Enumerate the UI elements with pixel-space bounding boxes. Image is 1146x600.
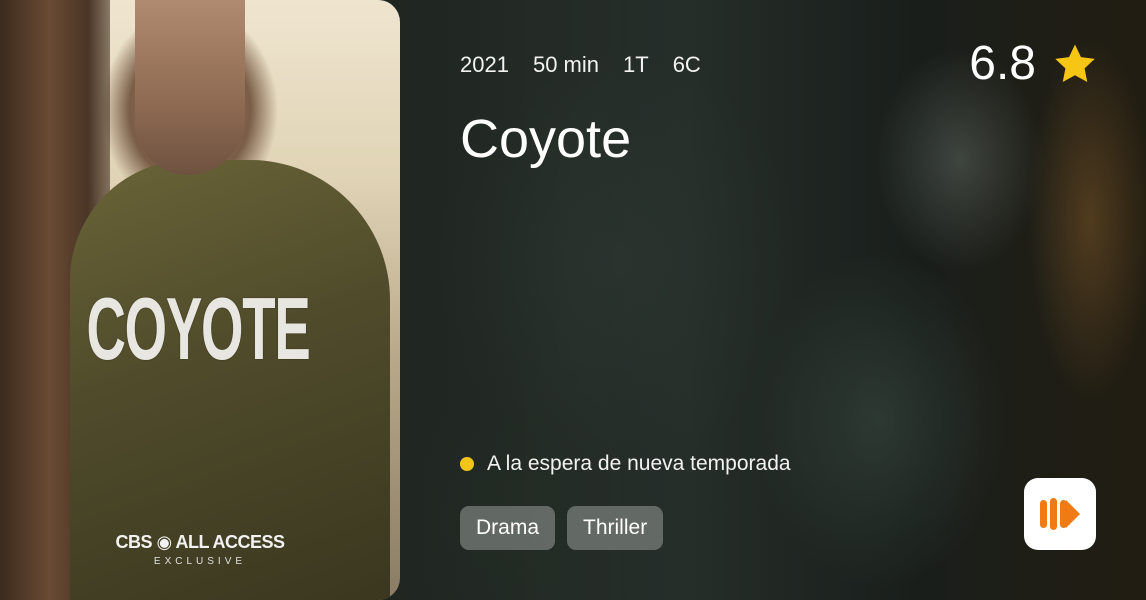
status-dot-icon [460,457,474,471]
status: A la espera de nueva temporada [460,452,791,476]
rating: 6.8 [969,36,1098,91]
poster-network-sub: EXCLUSIVE [153,556,247,567]
poster-title: COYOTE [86,279,311,378]
poster-network-logo: CBS ◉ ALL ACCESS [115,532,285,552]
meta-year: 2021 [460,52,509,77]
show-poster[interactable]: COYOTE CBS ◉ ALL ACCESS EXCLUSIVE [0,0,400,600]
genre-list: Drama Thriller [460,506,664,550]
genre-chip-thriller[interactable]: Thriller [567,506,664,550]
meta-seasons: 1T [623,52,649,77]
genre-chip-drama[interactable]: Drama [460,506,556,550]
rating-score: 6.8 [969,37,1036,90]
status-text: A la espera de nueva temporada [487,452,791,475]
meta-episodes: 6C [672,52,701,77]
show-meta: 2021 50 min 1T 6C [460,52,701,78]
show-title: Coyote [460,109,632,169]
star-icon [1055,43,1095,82]
app-logo-button[interactable] [1024,478,1096,550]
poster-head [135,0,245,175]
meta-duration: 50 min [532,52,599,77]
play-logo-icon [1040,498,1080,530]
